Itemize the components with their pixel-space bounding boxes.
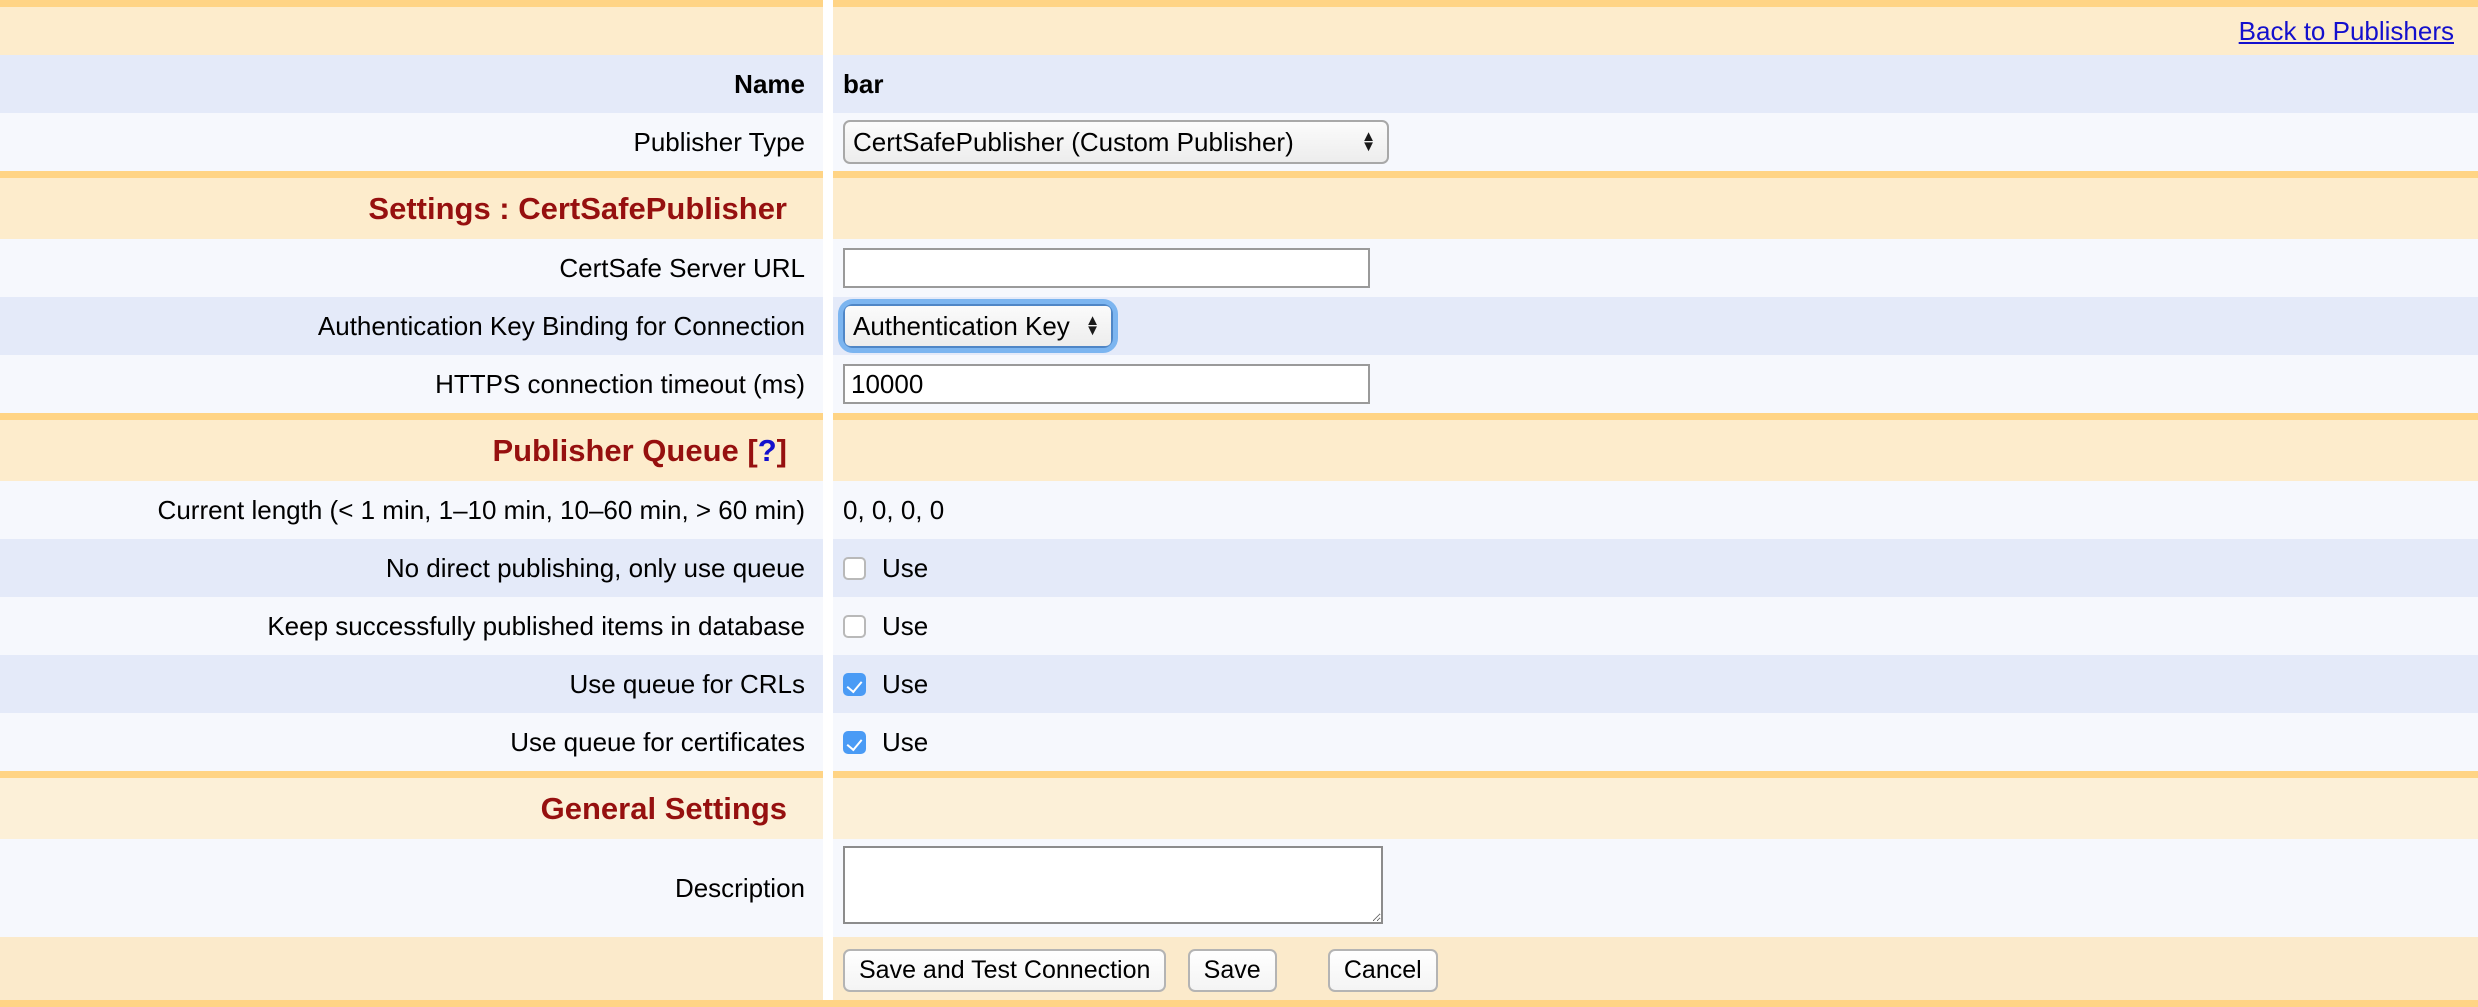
no-direct-publishing-label: No direct publishing, only use queue	[0, 539, 823, 597]
row-general-section-header: General Settings	[0, 775, 2478, 840]
queue-section-title-wrap: Publisher Queue [?]	[12, 433, 805, 469]
no-direct-publishing-cell: Use	[833, 539, 2478, 597]
help-bracket-open: [	[747, 433, 757, 468]
https-timeout-label: HTTPS connection timeout (ms)	[0, 355, 823, 417]
publisher-type-select[interactable]: CertSafePublisher (Custom Publisher)	[843, 120, 1389, 164]
use-queue-certificates-cell: Use	[833, 713, 2478, 775]
row-queue-section-header: Publisher Queue [?]	[0, 417, 2478, 482]
queue-section-spacer	[833, 417, 2478, 482]
queue-section-title-cell: Publisher Queue [?]	[0, 417, 823, 482]
column-divider	[823, 297, 833, 355]
column-divider	[823, 4, 833, 56]
column-divider	[823, 539, 833, 597]
column-divider	[823, 55, 833, 113]
row-name: Name bar	[0, 55, 2478, 113]
description-label: Description	[0, 839, 823, 939]
column-divider	[823, 597, 833, 655]
row-use-queue-crls: Use queue for CRLs Use	[0, 655, 2478, 713]
queue-help-link[interactable]: ?	[758, 433, 777, 468]
keep-published-items-checkbox[interactable]	[843, 615, 866, 638]
keep-published-items-cell: Use	[833, 597, 2478, 655]
column-divider	[823, 355, 833, 417]
current-length-label: Current length (< 1 min, 1–10 min, 10–60…	[0, 481, 823, 539]
row-use-queue-certificates: Use queue for certificates Use	[0, 713, 2478, 775]
row-publisher-type: Publisher Type CertSafePublisher (Custom…	[0, 113, 2478, 175]
settings-section-title-cell: Settings : CertSafePublisher	[0, 175, 823, 240]
actions-left-spacer	[0, 939, 823, 1004]
actions-cell: Save and Test Connection Save Cancel	[833, 939, 2478, 1004]
cancel-button[interactable]: Cancel	[1328, 949, 1438, 992]
queue-section-title: Publisher Queue	[492, 433, 738, 468]
use-queue-crls-checkbox[interactable]	[843, 673, 866, 696]
name-label: Name	[0, 55, 823, 113]
column-divider	[823, 775, 833, 840]
save-button[interactable]: Save	[1188, 949, 1277, 992]
no-direct-publishing-checkbox[interactable]	[843, 557, 866, 580]
checkbox-use-label: Use	[882, 553, 928, 584]
auth-keybinding-select[interactable]: Authentication Keybinding	[843, 304, 1113, 348]
general-section-title: General Settings	[12, 791, 805, 827]
publisher-edit-form: Back to Publishers Name bar Publisher Ty…	[0, 0, 2478, 1007]
row-description: Description	[0, 839, 2478, 939]
server-url-label: CertSafe Server URL	[0, 239, 823, 297]
checkbox-use-label: Use	[882, 669, 928, 700]
name-value-cell: bar	[833, 55, 2478, 113]
back-to-publishers-link[interactable]: Back to Publishers	[843, 16, 2466, 47]
row-form-actions: Save and Test Connection Save Cancel	[0, 939, 2478, 1004]
checkbox-use-label: Use	[882, 611, 928, 642]
row-auth-keybinding: Authentication Key Binding for Connectio…	[0, 297, 2478, 355]
https-timeout-input[interactable]	[843, 364, 1370, 404]
auth-keybinding-label: Authentication Key Binding for Connectio…	[0, 297, 823, 355]
server-url-cell	[833, 239, 2478, 297]
use-queue-certificates-label: Use queue for certificates	[0, 713, 823, 775]
row-keep-published-items: Keep successfully published items in dat…	[0, 597, 2478, 655]
use-queue-crls-cell: Use	[833, 655, 2478, 713]
description-cell	[833, 839, 2478, 939]
column-divider	[823, 839, 833, 939]
publisher-type-select-wrap: CertSafePublisher (Custom Publisher) ▲▼	[843, 120, 1389, 164]
use-queue-crls-label: Use queue for CRLs	[0, 655, 823, 713]
current-length-cell: 0, 0, 0, 0	[833, 481, 2478, 539]
auth-keybinding-cell: Authentication Keybinding ▲▼	[833, 297, 2478, 355]
column-divider	[823, 481, 833, 539]
name-value: bar	[843, 69, 883, 99]
settings-section-spacer	[833, 175, 2478, 240]
column-divider	[823, 175, 833, 240]
row-https-timeout: HTTPS connection timeout (ms)	[0, 355, 2478, 417]
row-current-length: Current length (< 1 min, 1–10 min, 10–60…	[0, 481, 2478, 539]
description-textarea[interactable]	[843, 846, 1383, 924]
row-no-direct-publishing: No direct publishing, only use queue Use	[0, 539, 2478, 597]
column-divider	[823, 239, 833, 297]
https-timeout-cell	[833, 355, 2478, 417]
general-section-title-cell: General Settings	[0, 775, 823, 840]
server-url-input[interactable]	[843, 248, 1370, 288]
current-length-value: 0, 0, 0, 0	[843, 495, 944, 525]
header-right: Back to Publishers	[833, 4, 2478, 56]
use-queue-certificates-checkbox[interactable]	[843, 731, 866, 754]
publisher-type-label: Publisher Type	[0, 113, 823, 175]
column-divider	[823, 713, 833, 775]
settings-section-title: Settings : CertSafePublisher	[12, 191, 805, 227]
column-divider	[823, 417, 833, 482]
general-section-spacer	[833, 775, 2478, 840]
header-left-spacer	[0, 4, 823, 56]
checkbox-use-label: Use	[882, 727, 928, 758]
column-divider	[823, 655, 833, 713]
column-divider	[823, 939, 833, 1004]
column-divider	[823, 113, 833, 175]
auth-keybinding-select-wrap: Authentication Keybinding ▲▼	[843, 304, 1113, 348]
row-settings-section-header: Settings : CertSafePublisher	[0, 175, 2478, 240]
save-and-test-connection-button[interactable]: Save and Test Connection	[843, 949, 1166, 992]
keep-published-items-label: Keep successfully published items in dat…	[0, 597, 823, 655]
publisher-type-cell: CertSafePublisher (Custom Publisher) ▲▼	[833, 113, 2478, 175]
help-bracket-close: ]	[777, 433, 787, 468]
row-server-url: CertSafe Server URL	[0, 239, 2478, 297]
header-row: Back to Publishers	[0, 4, 2478, 56]
